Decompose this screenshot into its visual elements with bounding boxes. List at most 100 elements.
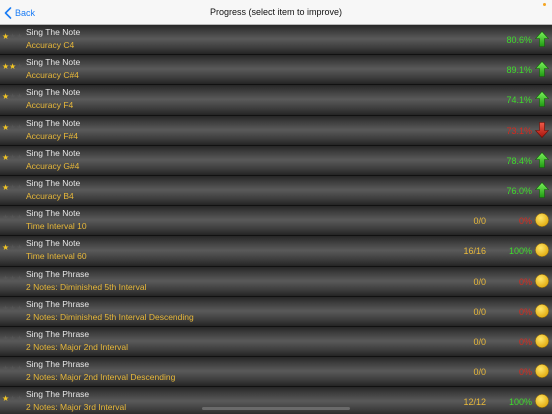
item-title: Sing The Note — [26, 87, 81, 98]
item-subtitle: Accuracy F4 — [26, 100, 74, 111]
item-percent: 0% — [518, 216, 532, 227]
item-title: Sing The Phrase — [26, 389, 90, 400]
star-icon: ★ — [16, 273, 24, 283]
list-item[interactable]: ★ ★ ★ Sing The Note Accuracy B4 76.0% — [0, 175, 552, 207]
list-item[interactable]: ★ ★ ★ Sing The Note Accuracy C#4 89.1% — [0, 55, 552, 86]
item-percent: 89.1% — [506, 65, 532, 76]
star-icon: ★ — [2, 303, 10, 313]
star-rating: ★ ★ ★ — [2, 214, 23, 222]
star-icon: ★ — [16, 92, 24, 102]
list-item[interactable]: ★ ★ ★ Sing The Note Time Interval 60 16/16 100… — [0, 236, 552, 267]
item-title: Sing The Phrase — [26, 328, 90, 339]
list-item[interactable]: ★ ★ ★ Sing The Note Accuracy F4 74.1% — [0, 85, 552, 116]
item-title: Sing The Note — [26, 238, 81, 249]
list-item[interactable]: ★ ★ ★ Sing The Phrase 2 Notes: Diminished 5t… — [0, 296, 552, 327]
item-subtitle: 2 Notes: Major 2nd Interval Descending — [26, 372, 176, 383]
star-icon: ★ — [2, 243, 10, 253]
item-percent: 73.1% — [506, 125, 532, 136]
list-item[interactable]: ★ ★ ★ Sing The Phrase 2 Notes: Major 2nd Int… — [0, 357, 552, 388]
page-title: Progress (select item to improve) — [209, 7, 343, 17]
star-icon: ★ — [2, 333, 10, 343]
item-subtitle: Accuracy B4 — [26, 190, 74, 201]
list-item[interactable]: ★ ★ ★ Sing The Note Time Interval 10 0/0 0% — [0, 206, 552, 237]
star-icon: ★ — [2, 273, 10, 283]
star-rating: ★ ★ ★ — [2, 63, 23, 71]
yellow-circle-icon — [535, 273, 549, 288]
star-icon: ★ — [16, 62, 24, 72]
list-item[interactable]: ★ ★ ★ Sing The Note Accuracy F#4 73.1% — [0, 115, 552, 146]
item-ratio: 0/0 — [473, 276, 486, 287]
item-percent: 0% — [518, 276, 532, 287]
item-ratio: 0/0 — [473, 336, 486, 347]
item-subtitle: Time Interval 10 — [26, 221, 87, 232]
item-percent: 76.0% — [506, 185, 532, 196]
yellow-circle-icon — [535, 334, 549, 348]
star-rating: ★ ★ ★ — [2, 182, 24, 192]
up-arrow-icon — [535, 61, 549, 77]
star-icon: ★ — [2, 122, 10, 132]
item-subtitle: 2 Notes: Major 3rd Interval — [26, 402, 127, 413]
star-icon: ★ — [9, 213, 17, 223]
item-title: Sing The Note — [26, 208, 81, 219]
item-title: Sing The Phrase — [26, 268, 90, 279]
up-arrow-icon — [535, 151, 549, 168]
navigation-bar: Back Progress (select item to improve) — [0, 0, 552, 25]
star-icon: ★ — [16, 303, 24, 313]
star-icon: ★ — [16, 182, 24, 192]
star-icon: ★ — [16, 152, 24, 162]
item-ratio: 16/16 — [463, 246, 486, 257]
star-rating: ★ ★ ★ — [2, 365, 23, 373]
star-icon: ★ — [9, 32, 17, 41]
star-icon: ★ — [2, 394, 10, 404]
item-percent: 100% — [508, 397, 532, 408]
star-icon: ★ — [9, 92, 17, 102]
star-icon: ★ — [9, 394, 17, 404]
item-percent: 0% — [518, 367, 532, 378]
item-ratio: 0/0 — [473, 216, 486, 227]
item-percent: 100% — [508, 246, 532, 257]
item-subtitle: Accuracy G#4 — [26, 160, 80, 171]
star-rating: ★ ★ ★ — [2, 395, 23, 403]
yellow-circle-icon — [535, 243, 549, 258]
star-icon: ★ — [9, 62, 17, 72]
star-icon: ★ — [2, 92, 10, 102]
star-rating: ★ ★ ★ — [2, 333, 23, 343]
item-percent: 0% — [518, 306, 532, 317]
star-icon: ★ — [16, 122, 24, 132]
item-subtitle: Accuracy F#4 — [26, 130, 78, 141]
up-arrow-icon — [535, 31, 549, 47]
star-icon: ★ — [16, 394, 24, 404]
list-item[interactable]: ★ ★ ★ Sing The Phrase 2 Notes: Diminished 5t… — [0, 266, 552, 297]
item-subtitle: Time Interval 60 — [26, 251, 87, 262]
star-icon: ★ — [9, 333, 17, 343]
home-indicator[interactable] — [202, 407, 350, 410]
star-rating: ★ ★ ★ — [2, 33, 23, 41]
star-icon: ★ — [9, 303, 17, 313]
star-icon: ★ — [9, 152, 17, 162]
star-icon: ★ — [9, 364, 17, 374]
list-item[interactable]: ★ ★ ★ Sing The Note Accuracy C4 80.6% — [0, 25, 552, 56]
star-icon: ★ — [9, 243, 17, 253]
status-dot-icon — [543, 3, 546, 6]
star-icon: ★ — [16, 213, 24, 223]
item-title: Sing The Phrase — [26, 359, 90, 370]
down-arrow-icon — [535, 121, 549, 138]
item-title: Sing The Note — [26, 177, 81, 188]
item-title: Sing The Note — [26, 147, 81, 158]
item-ratio: 12/12 — [463, 397, 486, 408]
up-arrow-icon — [535, 181, 549, 198]
list-item[interactable]: ★ ★ ★ Sing The Note Accuracy G#4 78.4% — [0, 145, 552, 176]
item-title: Sing The Note — [26, 27, 81, 37]
list-item[interactable]: ★ ★ ★ Sing The Phrase 2 Notes: Major 2nd Int… — [0, 326, 552, 358]
star-icon: ★ — [2, 32, 10, 41]
star-icon: ★ — [2, 62, 10, 72]
yellow-circle-icon — [535, 364, 549, 378]
yellow-circle-icon — [535, 303, 549, 318]
item-percent: 78.4% — [506, 155, 532, 166]
item-percent: 80.6% — [506, 35, 532, 45]
item-ratio: 0/0 — [473, 306, 486, 317]
star-icon: ★ — [2, 364, 10, 374]
item-title: Sing The Note — [26, 117, 81, 128]
star-icon: ★ — [9, 182, 17, 192]
item-ratio: 0/0 — [473, 367, 486, 378]
